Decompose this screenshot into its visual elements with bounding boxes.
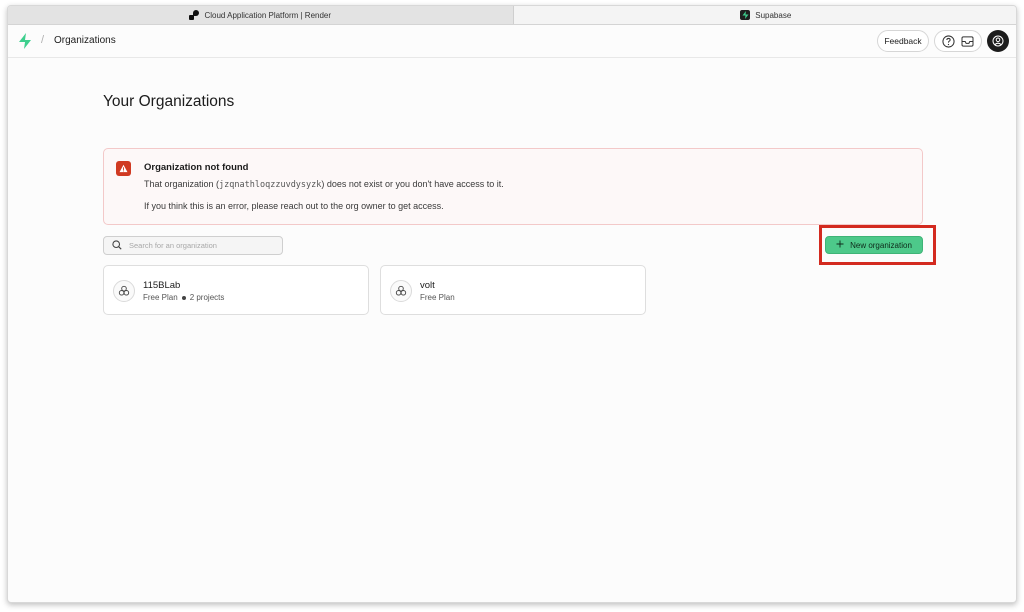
error-alert: Organization not found That organization… xyxy=(103,148,923,225)
organization-icon xyxy=(113,280,135,302)
alert-message-suffix: ) does not exist or you don't have acces… xyxy=(321,179,504,189)
app-header: / Organizations Feedback xyxy=(8,25,1016,58)
org-name: volt xyxy=(420,280,435,291)
search-input[interactable] xyxy=(129,241,269,250)
new-organization-button[interactable]: New organization xyxy=(825,236,923,254)
alert-message-prefix: That organization ( xyxy=(144,179,220,189)
warning-icon xyxy=(116,161,131,176)
supabase-logo-icon xyxy=(740,10,751,20)
org-meta: Free Plan 2 projects xyxy=(143,293,224,302)
separator-dot xyxy=(181,295,186,300)
render-logo-icon xyxy=(189,10,200,20)
org-plan: Free Plan xyxy=(143,293,178,302)
search-icon xyxy=(112,237,122,255)
org-projects: 2 projects xyxy=(189,293,225,302)
browser-window: Cloud Application Platform | Render Supa… xyxy=(7,5,1017,603)
inbox-icon[interactable] xyxy=(960,33,976,49)
tab-title: Cloud Application Platform | Render xyxy=(204,10,332,20)
org-card-115blab[interactable]: 115BLab Free Plan 2 projects xyxy=(103,265,369,315)
org-name: 115BLab xyxy=(143,280,181,291)
tab-title: Supabase xyxy=(755,10,792,20)
organization-icon xyxy=(390,280,412,302)
page-title: Your Organizations xyxy=(103,93,235,110)
breadcrumb-organizations[interactable]: Organizations xyxy=(54,35,116,46)
org-search xyxy=(103,236,283,255)
feedback-button[interactable]: Feedback xyxy=(877,30,929,52)
org-plan: Free Plan xyxy=(420,293,455,302)
browser-tab-supabase[interactable]: Supabase xyxy=(513,6,1016,24)
org-card-volt[interactable]: volt Free Plan xyxy=(380,265,646,315)
user-avatar-icon[interactable] xyxy=(987,30,1009,52)
alert-help-text: If you think this is an error, please re… xyxy=(144,201,444,211)
alert-title: Organization not found xyxy=(144,162,249,173)
plus-icon xyxy=(836,240,844,250)
new-organization-label: New organization xyxy=(850,240,912,250)
help-icon[interactable] xyxy=(941,33,957,49)
org-slug: jzqnathloqzzuvdysyzk xyxy=(219,180,322,190)
alert-message: That organization (jzqnathloqzzuvdysyzk)… xyxy=(144,179,504,190)
breadcrumb-separator: / xyxy=(41,34,45,46)
header-icon-group xyxy=(934,30,982,52)
org-meta: Free Plan xyxy=(420,293,455,302)
browser-tab-bar: Cloud Application Platform | Render Supa… xyxy=(8,6,1016,25)
browser-tab-render[interactable]: Cloud Application Platform | Render xyxy=(8,6,514,24)
supabase-home-icon[interactable] xyxy=(18,33,32,49)
